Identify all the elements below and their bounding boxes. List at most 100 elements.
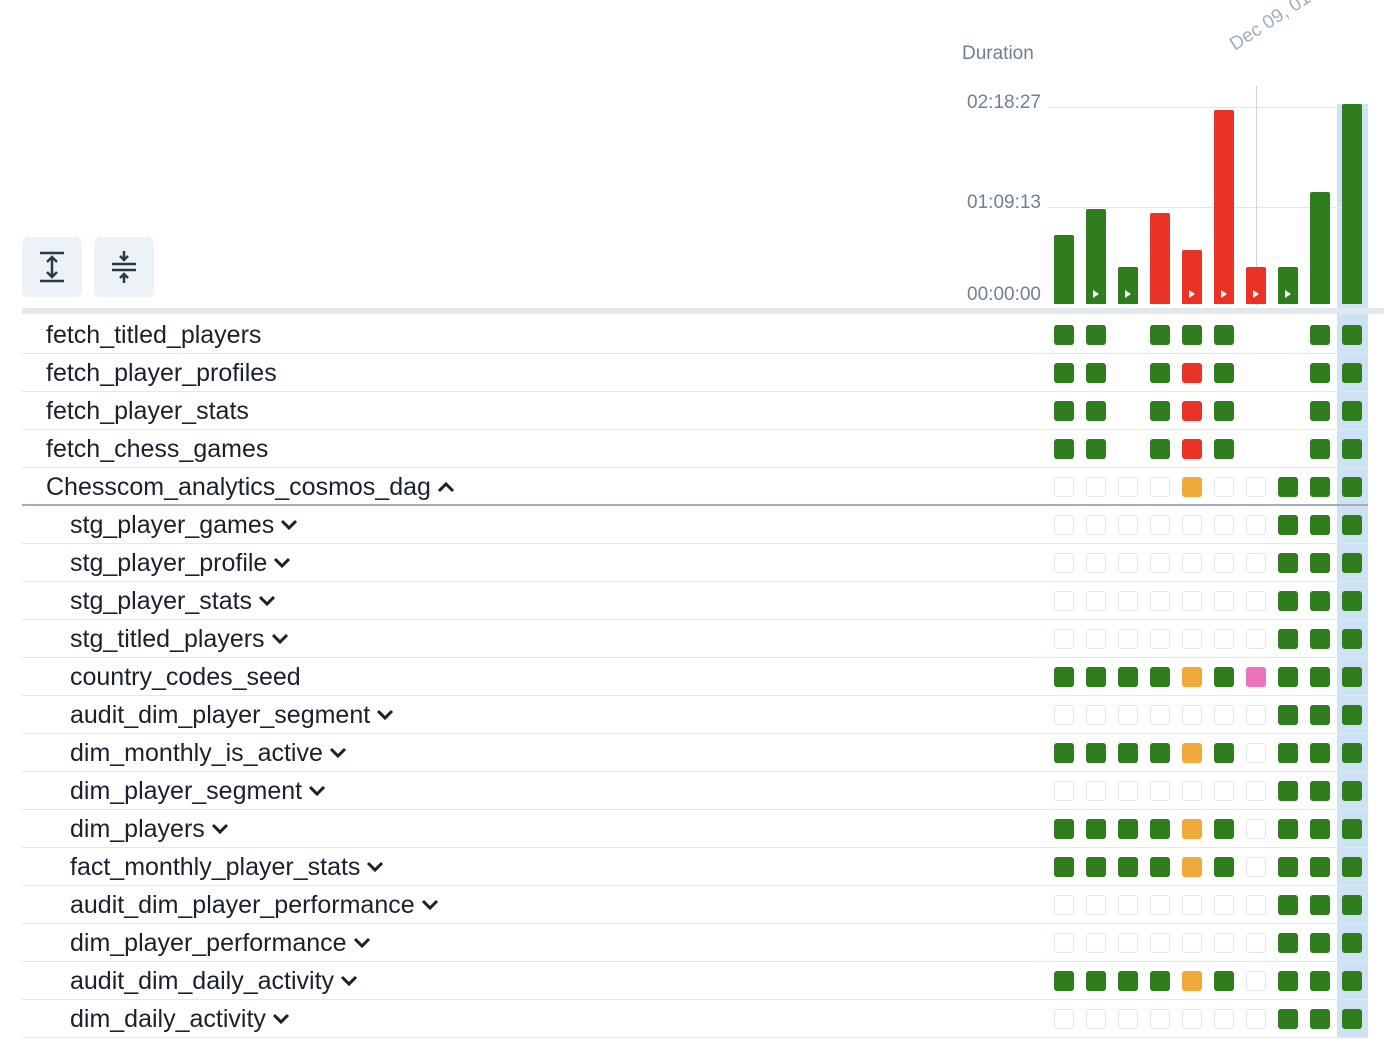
task-instance-cell[interactable] bbox=[1118, 477, 1138, 497]
task-instance-cell[interactable] bbox=[1342, 401, 1362, 421]
task-instance-cell[interactable] bbox=[1310, 439, 1330, 459]
task-instance-cell[interactable] bbox=[1086, 401, 1106, 421]
task-instance-cell[interactable] bbox=[1310, 477, 1330, 497]
task-instance-cell[interactable] bbox=[1246, 553, 1266, 573]
task-name[interactable]: fact_monthly_player_stats bbox=[70, 848, 384, 886]
task-name[interactable]: dim_player_performance bbox=[70, 924, 371, 962]
task-instance-cell[interactable] bbox=[1278, 477, 1298, 497]
task-instance-cell[interactable] bbox=[1310, 591, 1330, 611]
duration-bar[interactable] bbox=[1310, 192, 1330, 304]
task-name[interactable]: Chesscom_analytics_cosmos_dag bbox=[46, 468, 455, 506]
task-instance-cell[interactable] bbox=[1086, 553, 1106, 573]
task-instance-cell[interactable] bbox=[1342, 553, 1362, 573]
task-instance-cell[interactable] bbox=[1182, 895, 1202, 915]
task-instance-cell[interactable] bbox=[1150, 971, 1170, 991]
task-instance-cell[interactable] bbox=[1086, 933, 1106, 953]
task-row[interactable]: fact_monthly_player_stats bbox=[22, 848, 1368, 886]
task-instance-cell[interactable] bbox=[1118, 971, 1138, 991]
task-instance-cell[interactable] bbox=[1342, 363, 1362, 383]
task-instance-cell[interactable] bbox=[1086, 439, 1106, 459]
chevron-down-icon[interactable] bbox=[366, 860, 384, 874]
task-name[interactable]: fetch_titled_players bbox=[46, 316, 261, 354]
task-instance-cell[interactable] bbox=[1278, 629, 1298, 649]
task-name[interactable]: stg_player_games bbox=[70, 506, 298, 544]
task-name[interactable]: dim_daily_activity bbox=[70, 1000, 290, 1038]
task-instance-cell[interactable] bbox=[1182, 629, 1202, 649]
task-instance-cell[interactable] bbox=[1118, 933, 1138, 953]
task-row[interactable]: stg_titled_players bbox=[22, 620, 1368, 658]
task-instance-cell[interactable] bbox=[1054, 515, 1074, 535]
chevron-down-icon[interactable] bbox=[329, 746, 347, 760]
task-instance-cell[interactable] bbox=[1342, 857, 1362, 877]
task-instance-cell[interactable] bbox=[1342, 895, 1362, 915]
task-instance-cell[interactable] bbox=[1150, 363, 1170, 383]
task-instance-cell[interactable] bbox=[1054, 781, 1074, 801]
task-instance-cell[interactable] bbox=[1246, 667, 1266, 687]
task-instance-cell[interactable] bbox=[1278, 819, 1298, 839]
task-instance-cell[interactable] bbox=[1118, 705, 1138, 725]
task-instance-cell[interactable] bbox=[1054, 477, 1074, 497]
task-instance-cell[interactable] bbox=[1150, 591, 1170, 611]
task-instance-cell[interactable] bbox=[1086, 629, 1106, 649]
task-instance-cell[interactable] bbox=[1246, 857, 1266, 877]
chevron-down-icon[interactable] bbox=[353, 936, 371, 950]
task-row[interactable]: fetch_player_stats bbox=[22, 392, 1368, 430]
task-instance-cell[interactable] bbox=[1086, 857, 1106, 877]
task-instance-cell[interactable] bbox=[1118, 553, 1138, 573]
task-instance-cell[interactable] bbox=[1150, 439, 1170, 459]
task-instance-cell[interactable] bbox=[1278, 553, 1298, 573]
task-instance-cell[interactable] bbox=[1118, 781, 1138, 801]
task-instance-cell[interactable] bbox=[1086, 781, 1106, 801]
task-instance-cell[interactable] bbox=[1118, 629, 1138, 649]
task-instance-cell[interactable] bbox=[1214, 629, 1234, 649]
task-instance-cell[interactable] bbox=[1278, 515, 1298, 535]
task-instance-cell[interactable] bbox=[1118, 895, 1138, 915]
task-instance-cell[interactable] bbox=[1150, 705, 1170, 725]
task-instance-cell[interactable] bbox=[1182, 743, 1202, 763]
task-instance-cell[interactable] bbox=[1086, 363, 1106, 383]
task-name[interactable]: dim_player_segment bbox=[70, 772, 326, 810]
task-instance-cell[interactable] bbox=[1150, 895, 1170, 915]
duration-bar[interactable] bbox=[1182, 250, 1202, 304]
task-instance-cell[interactable] bbox=[1054, 933, 1074, 953]
task-instance-cell[interactable] bbox=[1054, 439, 1074, 459]
task-instance-cell[interactable] bbox=[1214, 819, 1234, 839]
task-instance-cell[interactable] bbox=[1182, 439, 1202, 459]
duration-bar[interactable] bbox=[1150, 212, 1170, 304]
task-instance-cell[interactable] bbox=[1310, 363, 1330, 383]
task-instance-cell[interactable] bbox=[1342, 819, 1362, 839]
task-instance-cell[interactable] bbox=[1310, 325, 1330, 345]
task-instance-cell[interactable] bbox=[1086, 705, 1106, 725]
task-instance-cell[interactable] bbox=[1278, 895, 1298, 915]
task-instance-cell[interactable] bbox=[1246, 895, 1266, 915]
task-instance-cell[interactable] bbox=[1278, 971, 1298, 991]
task-row[interactable]: dim_players bbox=[22, 810, 1368, 848]
task-instance-cell[interactable] bbox=[1182, 363, 1202, 383]
task-instance-cell[interactable] bbox=[1118, 1009, 1138, 1029]
task-instance-cell[interactable] bbox=[1054, 553, 1074, 573]
task-row[interactable]: fetch_chess_games bbox=[22, 430, 1368, 468]
chevron-down-icon[interactable] bbox=[271, 632, 289, 646]
task-instance-cell[interactable] bbox=[1150, 819, 1170, 839]
task-instance-cell[interactable] bbox=[1182, 401, 1202, 421]
task-instance-cell[interactable] bbox=[1214, 325, 1234, 345]
task-instance-cell[interactable] bbox=[1278, 667, 1298, 687]
task-name[interactable]: audit_dim_player_performance bbox=[70, 886, 439, 924]
task-instance-cell[interactable] bbox=[1086, 819, 1106, 839]
task-name[interactable]: dim_monthly_is_active bbox=[70, 734, 347, 772]
task-instance-cell[interactable] bbox=[1086, 591, 1106, 611]
chevron-down-icon[interactable] bbox=[280, 518, 298, 532]
task-name[interactable]: fetch_chess_games bbox=[46, 430, 268, 468]
task-instance-cell[interactable] bbox=[1182, 857, 1202, 877]
task-row[interactable]: dim_player_performance bbox=[22, 924, 1368, 962]
task-instance-cell[interactable] bbox=[1342, 591, 1362, 611]
task-instance-cell[interactable] bbox=[1310, 933, 1330, 953]
chevron-down-icon[interactable] bbox=[272, 1012, 290, 1026]
task-row[interactable]: country_codes_seed bbox=[22, 658, 1368, 696]
duration-bar[interactable] bbox=[1118, 267, 1138, 304]
task-instance-cell[interactable] bbox=[1310, 705, 1330, 725]
chevron-down-icon[interactable] bbox=[421, 898, 439, 912]
collapse-all-button[interactable] bbox=[94, 237, 154, 297]
chevron-down-icon[interactable] bbox=[211, 822, 229, 836]
task-instance-cell[interactable] bbox=[1054, 325, 1074, 345]
